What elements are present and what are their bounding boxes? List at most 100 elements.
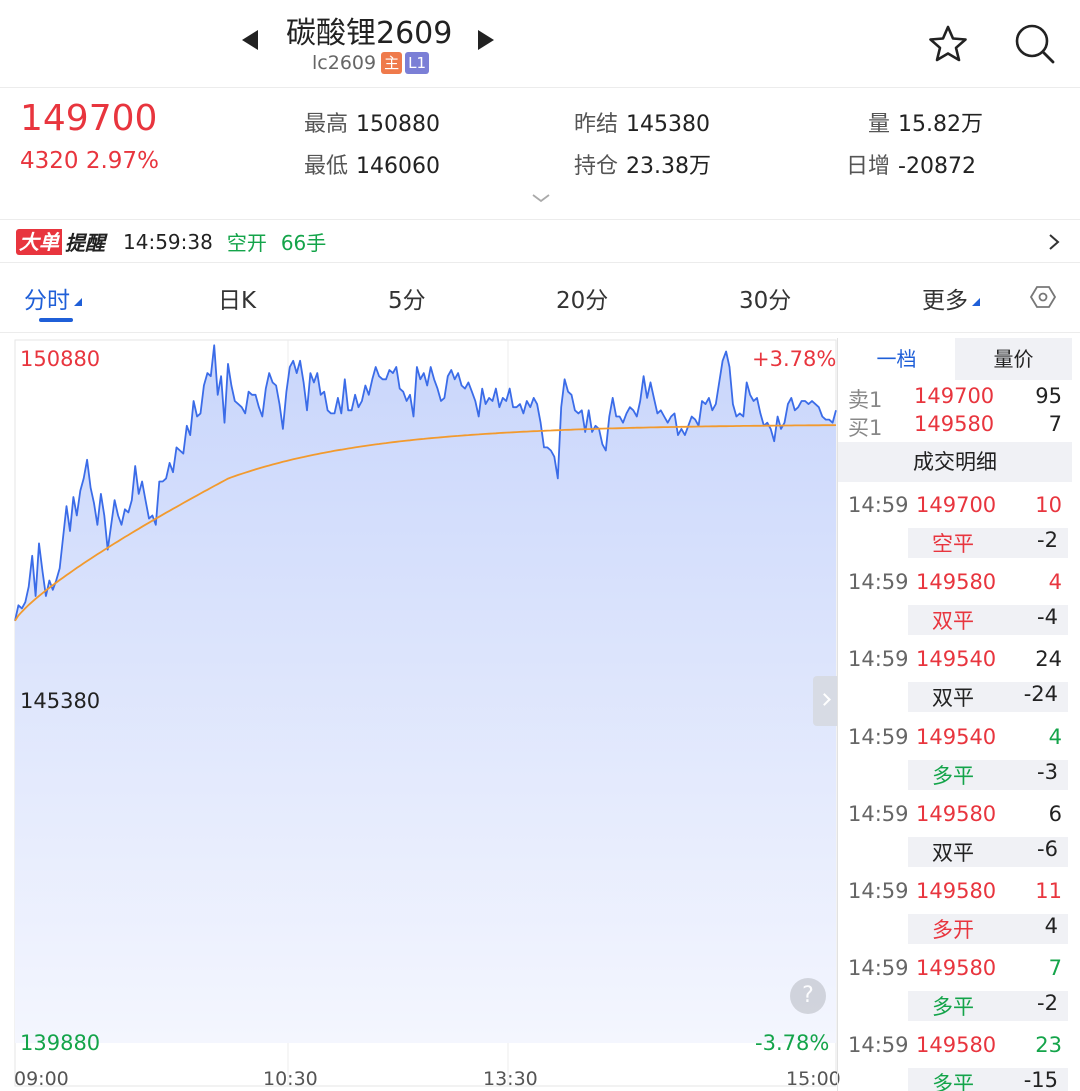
trade-price: 149580	[916, 1033, 997, 1058]
tab-30min[interactable]: 30分	[739, 281, 791, 315]
chevron-right-icon[interactable]	[1048, 233, 1060, 251]
trade-nature: 多平	[932, 995, 974, 1020]
intraday-chart-svg	[14, 339, 837, 1087]
tab-level1[interactable]: 一档	[838, 338, 955, 380]
trade-price: 149580	[916, 570, 997, 595]
trade-volume: 7	[1048, 956, 1062, 981]
ask-price: 149700	[914, 384, 995, 408]
stat-open-interest-label: 持仓	[574, 154, 619, 179]
trade-time: 14:59	[848, 879, 909, 903]
x-tick-0900: 09:00	[14, 1068, 69, 1090]
y-pct-high: +3.78%	[752, 347, 837, 371]
stat-daily-change-value: -20872	[898, 154, 976, 179]
prev-contract-arrow-icon[interactable]	[242, 30, 258, 50]
stat-volume-value: 15.82万	[898, 112, 983, 137]
y-label-high: 150880	[20, 347, 101, 371]
logo-part-b: 提醒	[65, 231, 105, 255]
stat-low: 最低 146060	[304, 148, 440, 180]
header: 碳酸锂2609 lc2609 主 L1	[0, 0, 1080, 88]
trade-volume: 11	[1035, 879, 1062, 903]
price-change: 4320 2.97%	[20, 148, 159, 174]
trade-oi-change: -15	[1023, 1068, 1058, 1091]
panel-toggle-handle[interactable]	[813, 676, 837, 726]
tab-more[interactable]: 更多	[922, 281, 980, 315]
settings-icon[interactable]	[1030, 284, 1056, 310]
tab-volume-price[interactable]: 量价	[955, 338, 1072, 380]
trade-nature: 多开	[932, 918, 974, 942]
tab-5min[interactable]: 5分	[388, 281, 426, 315]
trade-oi-change: -2	[1037, 991, 1058, 1016]
chart-period-tabs: 分时 日K 5分 20分 30分 更多	[0, 263, 1080, 333]
last-price: 149700	[20, 98, 158, 139]
tab-daily-k[interactable]: 日K	[218, 281, 256, 315]
x-tick-1030: 10:30	[263, 1068, 318, 1090]
active-tab-indicator	[39, 318, 73, 322]
stat-prev-settle: 昨结 145380	[574, 106, 710, 138]
trade-row: 14:59 149580 4 双平 -4	[838, 565, 1072, 636]
trade-nature: 双平	[932, 609, 974, 634]
x-tick-1500: 15:00	[786, 1068, 841, 1090]
trade-nature-row: 空平 -2	[908, 528, 1068, 558]
trade-nature: 多平	[932, 763, 974, 788]
y-pct-low: -3.78%	[755, 1031, 830, 1055]
trade-nature: 双平	[932, 840, 974, 865]
y-label-low: 139880	[20, 1031, 101, 1055]
y-label-mid: 145380	[20, 689, 101, 713]
x-tick-1330: 13:30	[483, 1068, 538, 1090]
price-area-fill	[15, 345, 836, 1043]
trade-volume: 4	[1048, 570, 1062, 595]
trade-time: 14:59	[848, 647, 909, 672]
bid-price: 149580	[914, 412, 995, 436]
tab-intraday[interactable]: 分时	[24, 281, 82, 315]
intraday-chart[interactable]: 150880 145380 139880 +3.78% -3.78% 09:00…	[0, 338, 841, 1091]
contract-subtitle: lc2609 主 L1	[312, 52, 430, 74]
trade-oi-change: -3	[1037, 759, 1058, 784]
trade-nature-row: 双平 -4	[908, 605, 1068, 636]
change-percent: 2.97%	[85, 148, 159, 174]
stat-high: 最高 150880	[304, 106, 440, 138]
alert-time: 14:59:38	[123, 229, 213, 254]
trade-volume: 4	[1048, 724, 1062, 749]
trade-price: 149580	[916, 956, 997, 981]
page-title: 碳酸锂2609	[286, 16, 453, 51]
trade-nature: 多平	[932, 1072, 974, 1091]
search-icon[interactable]	[1012, 22, 1056, 66]
trade-price: 149580	[916, 879, 997, 903]
bid-label: 买1	[848, 416, 883, 440]
stat-low-label: 最低	[304, 154, 349, 179]
help-icon[interactable]: ?	[790, 978, 826, 1014]
stat-daily-change: 日增 -20872	[846, 148, 976, 180]
order-book-panel: 一档 量价 卖1 149700 95 买1 149580 7 成交明细 14:5…	[837, 338, 1072, 1091]
bid-row: 买1 149580 7	[838, 412, 1072, 442]
trade-price: 149540	[916, 647, 997, 672]
level-badge: L1	[405, 52, 430, 74]
trade-nature-row: 双平 -24	[908, 682, 1068, 713]
next-contract-arrow-icon[interactable]	[478, 30, 494, 50]
trade-price: 149540	[916, 724, 997, 749]
dropdown-triangle-icon	[74, 297, 82, 306]
trade-nature-row: 多平 -3	[908, 759, 1068, 790]
trade-volume: 10	[1035, 493, 1062, 517]
dropdown-triangle-icon	[972, 297, 980, 306]
ask-row: 卖1 149700 95	[838, 384, 1072, 414]
big-order-logo: 大单 提醒	[16, 227, 105, 256]
tab-20min[interactable]: 20分	[556, 281, 608, 315]
logo-part-a: 大单	[16, 228, 62, 255]
trade-detail-header: 成交明细	[838, 442, 1072, 482]
trade-row: 14:59 149580 11 多开 4	[838, 874, 1072, 944]
alert-quantity: 66手	[280, 231, 327, 255]
trade-oi-change: -6	[1037, 836, 1058, 861]
trade-oi-change: 4	[1044, 914, 1058, 938]
trade-volume: 23	[1035, 1033, 1062, 1058]
panel-tabs: 一档 量价	[838, 338, 1072, 380]
trade-time: 14:59	[848, 801, 909, 826]
ask-qty: 95	[1035, 384, 1062, 408]
trade-nature-row: 多开 4	[908, 914, 1068, 944]
expand-chevron-icon[interactable]	[531, 192, 551, 204]
big-order-alert[interactable]: 大单 提醒 14:59:38 空开 66手	[0, 221, 1080, 263]
star-icon[interactable]	[926, 22, 970, 66]
trade-nature: 双平	[932, 686, 974, 711]
trade-nature: 空平	[932, 532, 974, 556]
stat-high-label: 最高	[304, 112, 349, 137]
stat-low-value: 146060	[356, 154, 440, 179]
